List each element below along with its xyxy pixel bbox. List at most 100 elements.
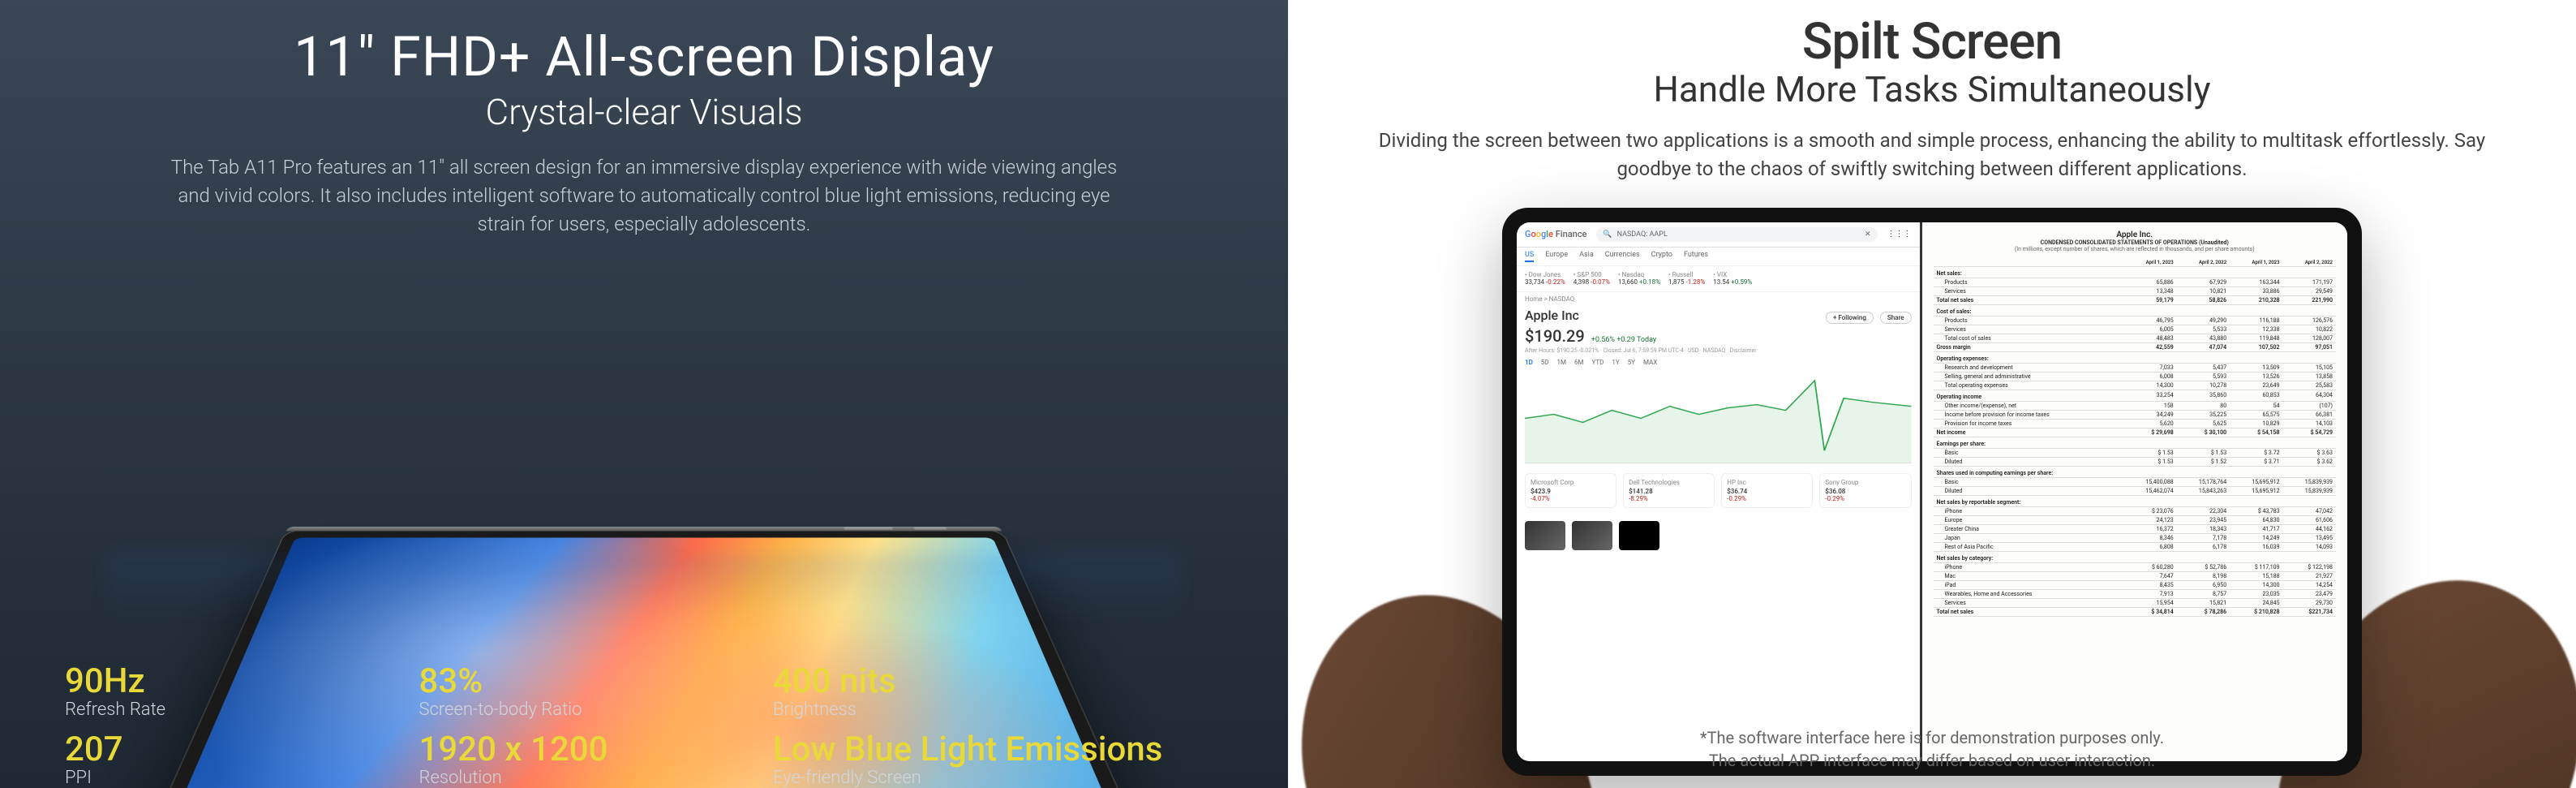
spec-item: 400 nitsBrightness <box>773 661 1223 720</box>
breadcrumb: Home > NASDAQ <box>1517 292 1920 306</box>
splitscreen-feature-panel: Spilt Screen Handle More Tasks Simultane… <box>1288 0 2576 788</box>
ticker-item[interactable]: • VIX13.54 +0.59% <box>1713 271 1752 286</box>
disclaimer: *The software interface here is for demo… <box>1337 726 2527 772</box>
stock-name: Apple Inc <box>1525 308 1579 323</box>
financial-statement: Apple Inc. CONDENSED CONSOLIDATED STATEM… <box>1922 222 2348 761</box>
compare-card[interactable]: HP Inc$36.74-0.29% <box>1721 473 1813 508</box>
share-button[interactable]: Share <box>1880 312 1912 324</box>
spec-item: Low Blue Light EmissionsEye-friendly Scr… <box>773 730 1223 788</box>
stock-price: $190.29 <box>1525 326 1585 346</box>
spec-label: Refresh Rate <box>65 700 386 720</box>
table-row: Research and development7,0335,43713,509… <box>1934 363 2337 372</box>
range-tab[interactable]: 5Y <box>1628 359 1635 366</box>
spec-value: 1920 x 1200 <box>419 730 740 769</box>
market-tab[interactable]: US <box>1525 251 1534 262</box>
table-row: iPhone$ 60,280$ 52,786$ 117,109$ 122,198 <box>1934 562 2337 571</box>
splitscreen-description: Dividing the screen between two applicat… <box>1372 127 2492 183</box>
compare-card[interactable]: Sony Group$36.08-0.29% <box>1819 473 1911 508</box>
news-thumbnail <box>1572 521 1612 550</box>
spec-item: 1920 x 1200Resolution <box>419 730 740 788</box>
compare-card[interactable]: Dell Technologies$141.28-8.29% <box>1623 473 1715 508</box>
table-row: Greater China16,37218,34341,71744,162 <box>1934 524 2337 533</box>
compare-card[interactable]: Microsoft Corp$423.9-4.07% <box>1525 473 1616 508</box>
table-row: Japan8,3467,17814,24913,495 <box>1934 533 2337 542</box>
splitscreen-subtitle: Handle More Tasks Simultaneously <box>1653 68 2210 110</box>
table-row: Selling, general and administrative6,008… <box>1934 372 2337 381</box>
range-tab[interactable]: 1Y <box>1612 359 1619 366</box>
table-row: Operating income33,25435,86060,85364,304 <box>1934 390 2337 401</box>
table-row: Net sales by reportable segment: <box>1934 495 2337 506</box>
display-subtitle: Crystal-clear Visuals <box>486 91 803 133</box>
google-finance-logo: Google Finance <box>1525 229 1586 239</box>
market-tab[interactable]: Europe <box>1545 251 1568 262</box>
table-row: Total operating expenses14,30010,27823,6… <box>1934 381 2337 390</box>
table-row: Rest of Asia Pacific6,8086,17816,03914,0… <box>1934 542 2337 551</box>
market-tab[interactable]: Futures <box>1684 251 1708 262</box>
range-tab[interactable]: 6M <box>1574 359 1583 366</box>
statement-company: Apple Inc. <box>1934 230 2337 239</box>
market-tab[interactable]: Crypto <box>1651 251 1672 262</box>
specs-grid: 90HzRefresh Rate 83%Screen-to-body Ratio 4… <box>65 661 1223 788</box>
ticker-item[interactable]: • Russell1,875 -1.28% <box>1668 271 1705 286</box>
statement-subtitle: (In millions, except number of shares, w… <box>1934 246 2337 252</box>
table-row: Total cost of sales48,48343,880119,84812… <box>1934 334 2337 342</box>
follow-button[interactable]: + Following <box>1826 312 1874 324</box>
table-row: Operating expenses: <box>1934 351 2337 363</box>
spec-item: 90HzRefresh Rate <box>65 661 386 720</box>
range-tab[interactable]: 5D <box>1541 359 1549 366</box>
spec-value: 400 nits <box>773 661 1223 701</box>
stock-change: +0.56% +0.29 Today <box>1591 336 1656 344</box>
range-tab[interactable]: 1D <box>1525 359 1533 366</box>
menu-icon[interactable]: ⋮⋮⋮ <box>1887 230 1912 239</box>
table-row: Mac7,6478,19815,18821,927 <box>1934 571 2337 580</box>
stock-meta: After Hours: $190.25 -0.021% · Closed: J… <box>1517 347 1920 354</box>
compare-cards: Microsoft Corp$423.9-4.07%Dell Technolog… <box>1517 467 1920 515</box>
splitscreen-title: Spilt Screen <box>1802 12 2062 71</box>
table-row: Europe24,12323,94564,83061,606 <box>1934 515 2337 524</box>
table-row: iPad8,4356,95014,30014,254 <box>1934 580 2337 589</box>
table-row: Basic$ 1.53$ 1.53$ 3.72$ 3.63 <box>1934 448 2337 457</box>
time-range-tabs: 1D 5D 1M 6M YTD 1Y 5Y MAX <box>1517 354 1920 371</box>
market-tabs: US Europe Asia Currencies Crypto Futures <box>1517 248 1920 266</box>
spec-label: Resolution <box>419 768 740 788</box>
ticker-item[interactable]: • S&P 5004,398 -0.07% <box>1574 271 1610 286</box>
spec-label: Screen-to-body Ratio <box>419 700 740 720</box>
range-tab[interactable]: 1M <box>1557 359 1566 366</box>
splitscreen-tablet: Google Finance 🔍 NASDAQ: AAPL ✕ ⋮⋮⋮ US Eu… <box>1502 208 2362 776</box>
spec-value: 207 <box>65 730 386 769</box>
table-row: Gross margin42,55947,074107,50297,051 <box>1934 342 2337 351</box>
spec-label: PPI <box>65 768 386 788</box>
display-title: 11" FHD+ All-screen Display <box>294 24 994 89</box>
table-row: Provision for income taxes5,6205,62510,8… <box>1934 419 2337 428</box>
table-row: Cost of sales: <box>1934 304 2337 316</box>
table-row: Services6,0055,53312,33810,822 <box>1934 325 2337 334</box>
table-row: iPhone$ 23,07622,304$ 43,78347,042 <box>1934 506 2337 515</box>
ticker-row: • Dow Jones33,734 -0.22% • S&P 5004,398 -… <box>1517 266 1920 292</box>
table-row: Diluted$ 1.53$ 1.52$ 3.71$ 3.62 <box>1934 457 2337 466</box>
search-input[interactable]: 🔍 NASDAQ: AAPL ✕ <box>1596 227 1877 242</box>
range-tab[interactable]: MAX <box>1643 359 1657 366</box>
spec-value: Low Blue Light Emissions <box>773 730 1223 769</box>
spec-item: 207PPI <box>65 730 386 788</box>
table-row: Wearables, Home and Accessories7,9138,75… <box>1934 589 2337 598</box>
table-row: Net income$ 29,698$ 30,100$ 54,158$ 54,7… <box>1934 428 2337 437</box>
spec-value: 83% <box>419 661 740 701</box>
spec-item: 83%Screen-to-body Ratio <box>419 661 740 720</box>
ticker-item[interactable]: • Nasdaq13,660 +0.18% <box>1618 271 1660 286</box>
table-row: Services15,95415,82124,84529,730 <box>1934 598 2337 607</box>
table-row: Services13,34810,82133,88629,549 <box>1934 286 2337 295</box>
market-tab[interactable]: Asia <box>1579 251 1594 262</box>
table-row: Shares used in computing earnings per sh… <box>1934 466 2337 477</box>
spec-label: Brightness <box>773 700 1223 720</box>
table-row: Net sales: <box>1934 266 2337 278</box>
table-row: Total net sales$ 34,814$ 78,286$ 210,828… <box>1934 607 2337 616</box>
table-row: Earnings per share: <box>1934 437 2337 448</box>
ticker-item[interactable]: • Dow Jones33,734 -0.22% <box>1525 271 1565 286</box>
market-tab[interactable]: Currencies <box>1605 251 1640 262</box>
finance-app: Google Finance 🔍 NASDAQ: AAPL ✕ ⋮⋮⋮ US Eu… <box>1517 222 1922 761</box>
close-icon[interactable]: ✕ <box>1865 230 1871 239</box>
table-row: Net sales by category: <box>1934 551 2337 562</box>
search-icon: 🔍 <box>1603 230 1612 239</box>
range-tab[interactable]: YTD <box>1592 359 1604 366</box>
statement-title: CONDENSED CONSOLIDATED STATEMENTS OF OPE… <box>1934 239 2337 246</box>
